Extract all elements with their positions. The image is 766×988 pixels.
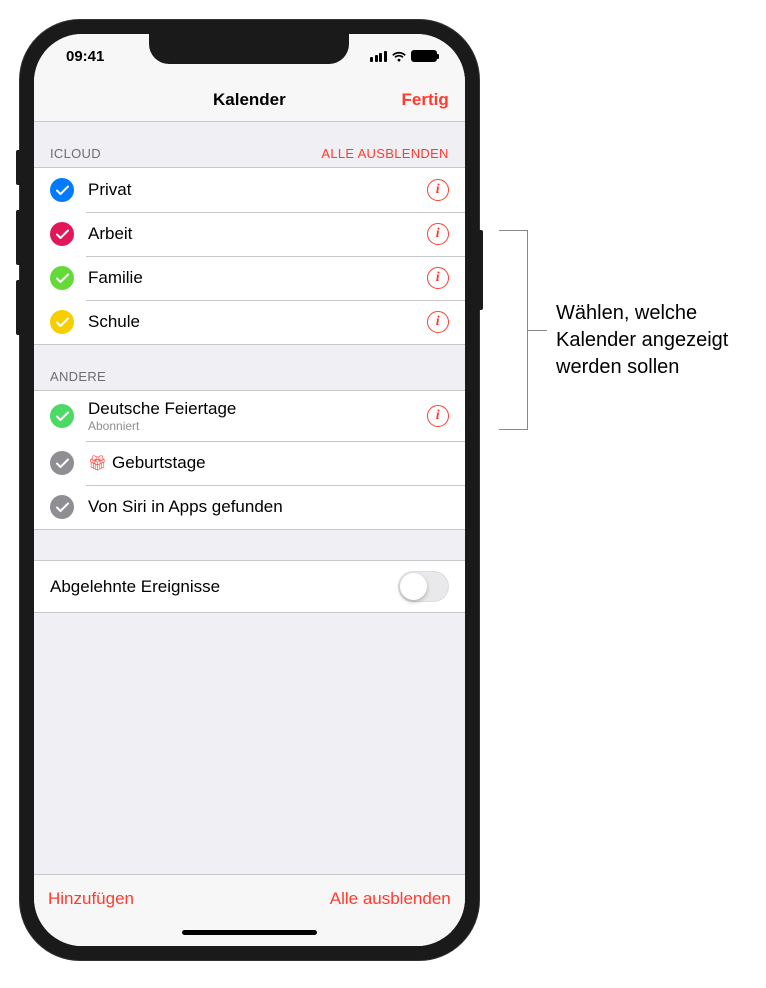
hide-all-icloud-button[interactable]: ALLE AUSBLENDEN [321,146,448,161]
check-icon [50,222,74,246]
calendar-label: Arbeit [88,224,427,244]
section-header-icloud: ICLOUD ALLE AUSBLENDEN [34,122,465,167]
section-header-other: ANDERE [34,345,465,390]
home-indicator[interactable] [34,922,465,946]
check-icon [50,495,74,519]
calendar-row-arbeit[interactable]: Arbeit i [34,212,465,256]
battery-icon [411,50,437,62]
calendar-row-geburtstage[interactable]: 🎁︎Geburtstage [34,441,465,485]
calendar-row-familie[interactable]: Familie i [34,256,465,300]
declined-events-row: Abgelehnte Ereignisse [34,560,465,613]
hide-all-button[interactable]: Alle ausblenden [330,889,451,909]
declined-events-toggle[interactable] [398,571,449,602]
check-icon [50,266,74,290]
check-icon [50,310,74,334]
done-button[interactable]: Fertig [402,90,449,110]
info-button[interactable]: i [427,267,449,289]
annotation-callout: Wählen, welche Kalender angezeigt werden… [499,260,746,430]
calendar-label: Familie [88,268,427,288]
bottom-toolbar: Hinzufügen Alle ausblenden [34,874,465,922]
gift-icon: 🎁︎ [88,454,107,472]
calendar-row-privat[interactable]: Privat i [34,168,465,212]
info-button[interactable]: i [427,405,449,427]
calendar-sublabel: Abonniert [88,419,427,433]
calendar-label: 🎁︎Geburtstage [88,453,449,473]
content-scroll[interactable]: ICLOUD ALLE AUSBLENDEN Privat i Arbeit i… [34,122,465,874]
calendar-row-feiertage[interactable]: Deutsche Feiertage Abonniert i [34,391,465,441]
status-time: 09:41 [66,48,104,65]
calendar-row-schule[interactable]: Schule i [34,300,465,344]
phone-frame: 09:41 Kalender Fertig ICLOUD ALLE AUSBLE… [20,20,479,960]
notch [149,34,349,64]
section-title: ICLOUD [50,146,101,161]
add-calendar-button[interactable]: Hinzufügen [48,889,134,909]
annotation-text: Wählen, welche Kalender angezeigt werden… [556,300,746,381]
section-title: ANDERE [50,369,106,384]
calendar-label: Schule [88,312,427,332]
calendar-row-siri[interactable]: Von Siri in Apps gefunden [34,485,465,529]
signal-icon [370,51,387,62]
wifi-icon [391,50,407,62]
check-icon [50,404,74,428]
calendar-label: Deutsche Feiertage [88,399,427,419]
calendar-label: Von Siri in Apps gefunden [88,497,449,517]
info-button[interactable]: i [427,311,449,333]
calendar-label: Privat [88,180,427,200]
check-icon [50,178,74,202]
info-button[interactable]: i [427,223,449,245]
nav-bar: Kalender Fertig [34,78,465,122]
info-button[interactable]: i [427,179,449,201]
nav-title: Kalender [213,90,286,110]
check-icon [50,451,74,475]
declined-events-label: Abgelehnte Ereignisse [50,577,220,597]
